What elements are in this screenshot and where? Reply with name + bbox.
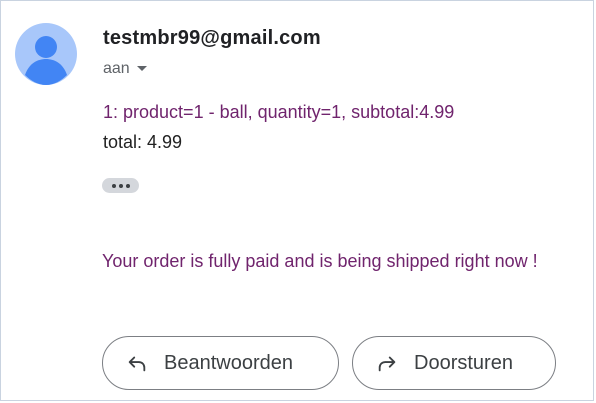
order-line: 1: product=1 - ball, quantity=1, subtota… [103,102,455,122]
forward-arrow-icon [378,356,396,372]
forward-label: Doorsturen [414,351,513,374]
recipient-label: aan [103,60,130,77]
reply-label: Beantwoorden [164,351,293,374]
reply-arrow-icon [128,356,146,372]
avatar[interactable] [15,23,77,85]
shipping-message: Your order is fully paid and is being sh… [102,251,538,271]
more-dots-icon [111,183,116,188]
sender-email: testmbr99@gmail.com [103,27,321,49]
forward-button[interactable]: Doorsturen [352,336,556,390]
order-total: total: 4.99 [103,132,183,152]
recipient-dropdown[interactable]: aan [103,60,148,78]
email-card: testmbr99@gmail.com aan 1: product=1 - b… [0,0,594,401]
show-trimmed-content-button[interactable] [102,178,139,193]
reply-button[interactable]: Beantwoorden [102,336,339,390]
chevron-down-icon [136,66,147,71]
